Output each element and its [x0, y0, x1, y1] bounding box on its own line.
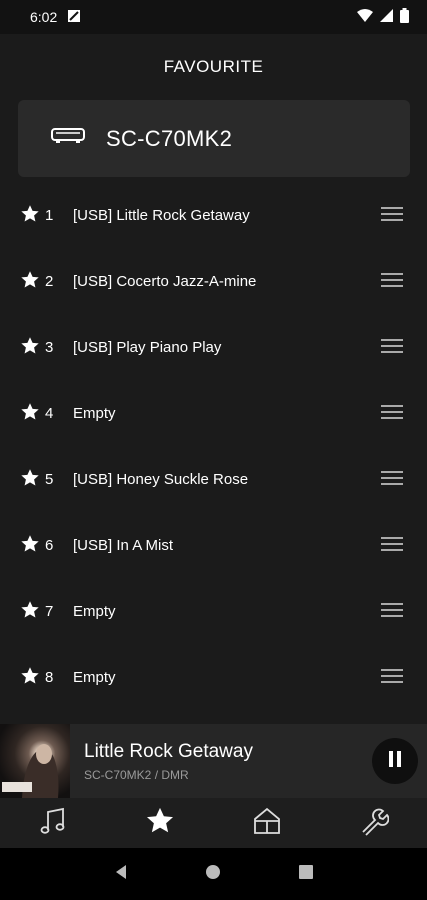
drag-handle-icon[interactable] — [381, 405, 403, 424]
drag-handle-icon[interactable] — [381, 471, 403, 490]
wifi-icon — [357, 9, 373, 25]
favourite-row[interactable]: 7 Empty — [0, 578, 427, 644]
tab-music[interactable] — [0, 798, 107, 848]
now-playing-bar[interactable]: Little Rock Getaway SC-C70MK2 / DMR — [0, 724, 427, 798]
favourite-row[interactable]: 1 [USB] Little Rock Getaway — [0, 182, 427, 248]
drag-handle-icon[interactable] — [381, 669, 403, 688]
favourite-row[interactable]: 4 Empty — [0, 380, 427, 446]
drag-handle-icon[interactable] — [381, 537, 403, 556]
tab-settings[interactable] — [320, 798, 427, 848]
favourite-number: 8 — [45, 668, 54, 686]
star-icon — [20, 402, 40, 427]
favourite-title: [USB] Honey Suckle Rose — [73, 470, 249, 488]
now-playing-source: SC-C70MK2 / DMR — [84, 767, 189, 782]
page-header: FAVOURITE — [0, 34, 427, 100]
drag-handle-icon[interactable] — [381, 603, 403, 622]
status-time: 6:02 — [30, 9, 58, 25]
cellular-signal-icon — [380, 9, 393, 25]
favourite-row[interactable]: 3 [USB] Play Piano Play — [0, 314, 427, 380]
star-icon — [20, 204, 40, 229]
status-bar: 6:02 — [0, 0, 427, 34]
favourite-list: 1 [USB] Little Rock Getaway 2 [USB] Coce… — [0, 182, 427, 710]
music-note-icon — [38, 806, 68, 841]
favourite-number: 5 — [45, 470, 54, 488]
favourite-title: Empty — [73, 668, 116, 686]
tab-home[interactable] — [214, 798, 321, 848]
favourite-title: [USB] In A Mist — [73, 536, 174, 554]
system-nav-bar — [0, 848, 427, 900]
recents-icon[interactable] — [298, 864, 314, 885]
data-saver-icon — [67, 9, 81, 26]
back-icon[interactable] — [113, 864, 129, 885]
favourite-row[interactable]: 5 [USB] Honey Suckle Rose — [0, 446, 427, 512]
stereo-device-icon — [50, 126, 86, 151]
favourite-number: 4 — [45, 404, 54, 422]
favourite-number: 6 — [45, 536, 54, 554]
favourite-row[interactable]: 6 [USB] In A Mist — [0, 512, 427, 578]
favourite-number: 1 — [45, 206, 54, 224]
favourite-number: 7 — [45, 602, 54, 620]
now-playing-title: Little Rock Getaway — [84, 740, 253, 762]
device-name: SC-C70MK2 — [106, 125, 233, 151]
star-icon — [20, 600, 40, 625]
drag-handle-icon[interactable] — [381, 339, 403, 358]
favourite-title: [USB] Little Rock Getaway — [73, 206, 250, 224]
home-button-icon[interactable] — [205, 864, 221, 885]
favourite-row[interactable]: 8 Empty — [0, 644, 427, 710]
star-icon — [20, 468, 40, 493]
drag-handle-icon[interactable] — [381, 273, 403, 292]
star-icon — [145, 806, 175, 841]
favourite-title: [USB] Play Piano Play — [73, 338, 222, 356]
star-icon — [20, 666, 40, 691]
favourite-number: 2 — [45, 272, 54, 290]
pause-button[interactable] — [372, 738, 418, 784]
tab-favourite[interactable] — [107, 798, 214, 848]
star-icon — [20, 534, 40, 559]
favourite-title: Empty — [73, 602, 116, 620]
favourite-number: 3 — [45, 338, 54, 356]
star-icon — [20, 270, 40, 295]
album-art — [0, 724, 70, 798]
favourite-row[interactable]: 2 [USB] Cocerto Jazz-A-mine — [0, 248, 427, 314]
battery-icon — [400, 8, 409, 26]
star-icon — [20, 336, 40, 361]
device-selector[interactable]: SC-C70MK2 — [18, 100, 410, 177]
page-title: FAVOURITE — [163, 57, 264, 76]
pause-icon — [388, 750, 402, 772]
home-icon — [252, 806, 282, 841]
wrench-icon — [359, 806, 390, 841]
favourite-title: Empty — [73, 404, 116, 422]
bottom-tab-bar — [0, 798, 427, 848]
favourite-title: [USB] Cocerto Jazz-A-mine — [73, 272, 257, 290]
drag-handle-icon[interactable] — [381, 207, 403, 226]
